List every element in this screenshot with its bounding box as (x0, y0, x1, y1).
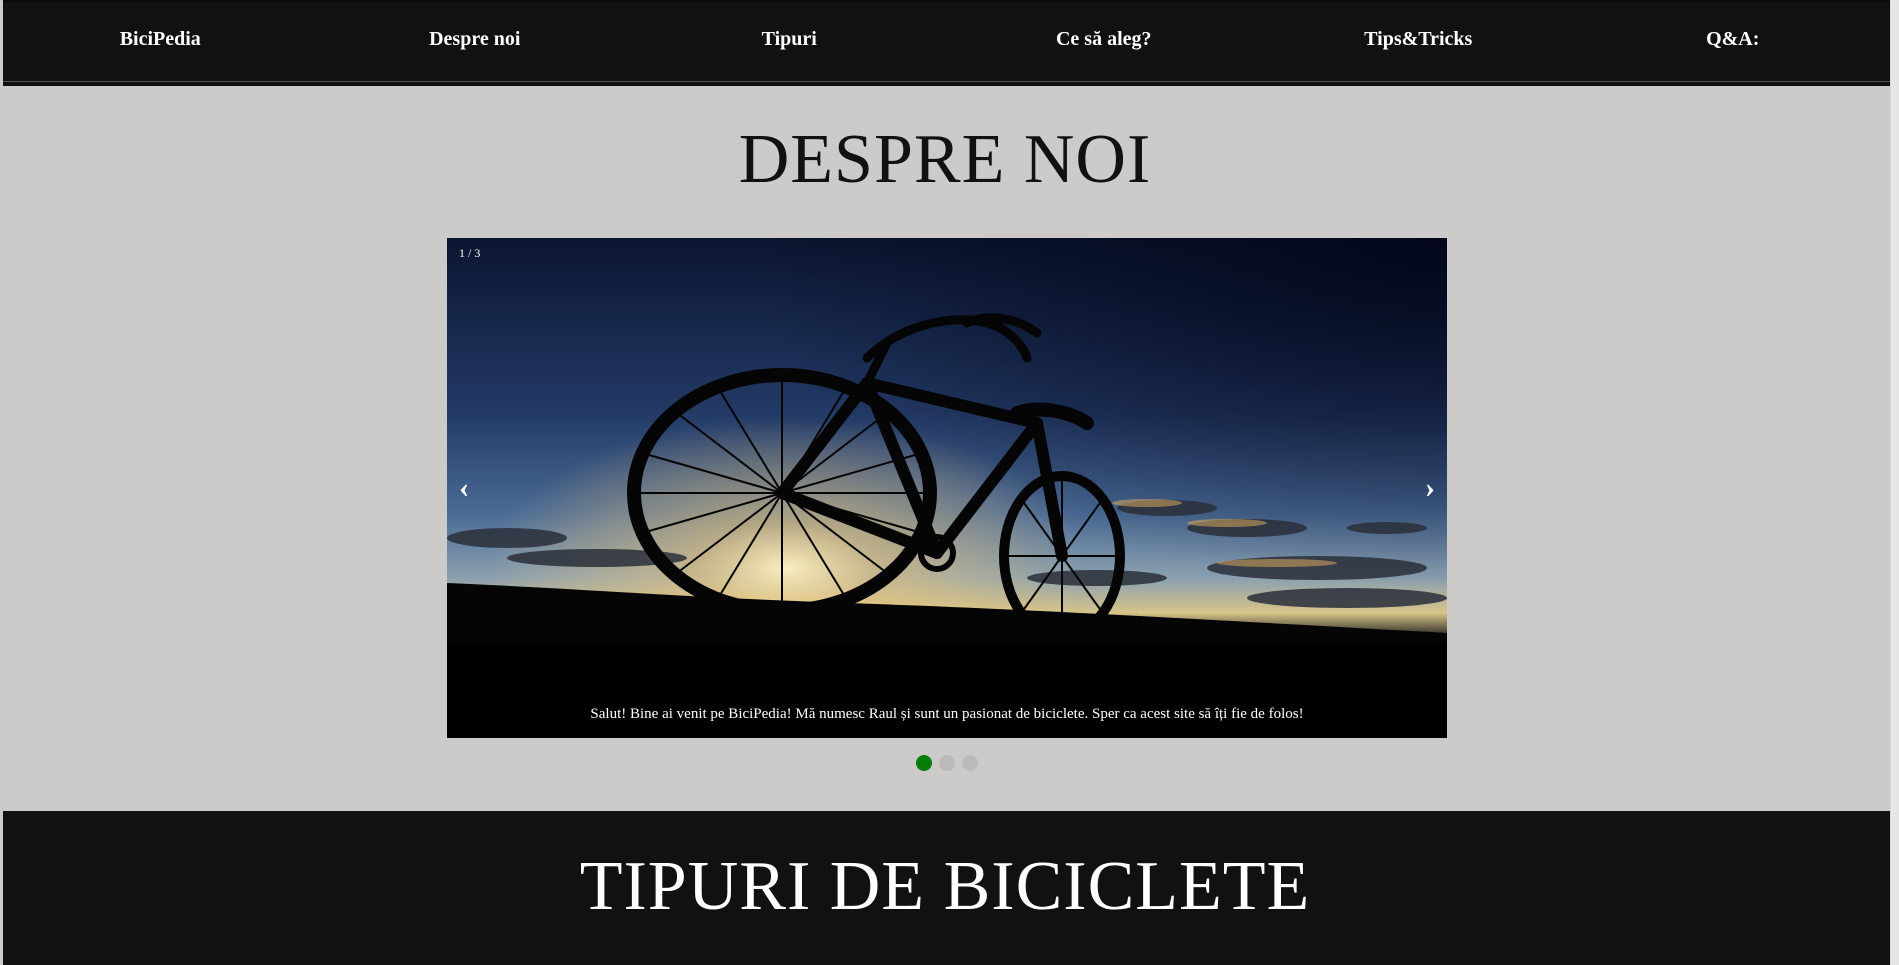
slideshow: 1 / 3 Salut! Bine ai venit pe BiciPedia!… (447, 238, 1447, 738)
slide-counter: 1 / 3 (459, 246, 481, 260)
nav-item-tipuri[interactable]: Tipuri (632, 28, 947, 51)
nav-item-tips-tricks[interactable]: Tips&Tricks (1261, 28, 1576, 51)
nav-item-bicipedia[interactable]: BiciPedia (3, 28, 318, 51)
page: BiciPedia Despre noi Tipuri Ce să aleg? … (0, 0, 1899, 965)
slide-dot-1[interactable] (916, 755, 932, 771)
nav-item-ce-sa-aleg[interactable]: Ce să aleg? (947, 28, 1262, 51)
types-section-title: TIPURI DE BICICLETE (579, 848, 1311, 925)
top-navbar: BiciPedia Despre noi Tipuri Ce să aleg? … (3, 0, 1891, 86)
page-scrollbar[interactable] (1890, 0, 1899, 965)
nav-item-qa[interactable]: Q&A: (1576, 28, 1891, 51)
slide-dot-2[interactable] (939, 755, 955, 771)
next-slide-arrow-icon[interactable]: › (1425, 473, 1435, 503)
slide-dot-3[interactable] (962, 755, 978, 771)
nav-item-despre-noi[interactable]: Despre noi (318, 28, 633, 51)
slide-image-bicycle (447, 238, 1447, 738)
prev-slide-arrow-icon[interactable]: ‹ (459, 473, 469, 503)
slide-caption: Salut! Bine ai venit pe BiciPedia! Mă nu… (590, 706, 1304, 722)
slide-dots (0, 755, 1894, 771)
about-section-title: DESPRE NOI (738, 121, 1152, 198)
